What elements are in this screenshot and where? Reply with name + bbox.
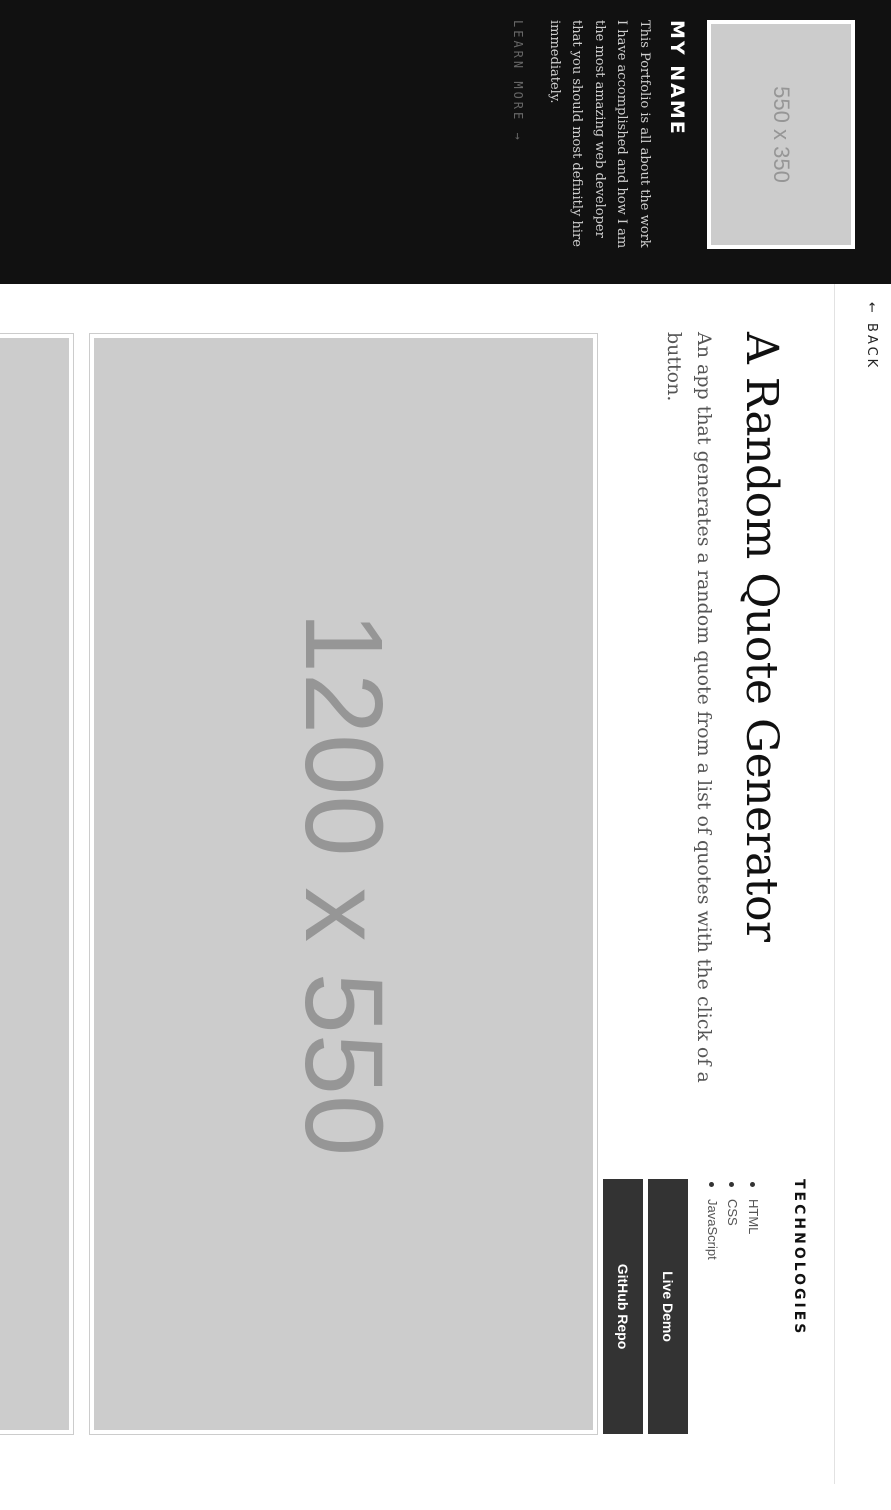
screenshot-placeholder: 1200 x 550	[94, 338, 593, 1430]
back-link[interactable]: ← BACK	[864, 302, 879, 370]
technology-item: CSS	[722, 1179, 743, 1260]
project-screenshot: 1200 x 550	[89, 333, 598, 1435]
screenshot-placeholder-secondary	[0, 338, 69, 1430]
technology-item: HTML	[743, 1179, 764, 1260]
project-title: A Random Quote Generator	[736, 332, 787, 942]
profile-thumbnail: 550 x 350	[707, 20, 855, 249]
github-repo-label: GitHub Repo	[615, 1263, 631, 1350]
thumbnail-size-label: 550 x 350	[769, 86, 794, 183]
project-screenshot-secondary	[0, 333, 74, 1435]
technologies-heading: TECHNOLOGIES	[791, 1179, 807, 1337]
project-detail: ← BACK A Random Quote Generator An app t…	[0, 284, 891, 1510]
portfolio-bio: This Portfolio is all about the work I h…	[547, 20, 652, 249]
screenshot-size-label: 1200 x 550	[282, 611, 405, 1157]
project-description: An app that generates a random quote fro…	[663, 332, 715, 1083]
live-demo-button[interactable]: Live Demo	[648, 1179, 688, 1434]
portfolio-owner-name: MY NAME	[666, 20, 688, 136]
technology-item: JavaScript	[702, 1179, 723, 1260]
live-demo-label: Live Demo	[660, 1271, 676, 1342]
github-repo-button[interactable]: GitHub Repo	[603, 1179, 643, 1434]
divider	[834, 284, 835, 1484]
page-canvas: 550 x 350 MY NAME This Portfolio is all …	[0, 0, 891, 1510]
learn-more-link[interactable]: LEARN MORE →	[511, 20, 525, 143]
portfolio-header: 550 x 350 MY NAME This Portfolio is all …	[0, 0, 891, 284]
technologies-list: HTML CSS JavaScript	[702, 1179, 764, 1260]
